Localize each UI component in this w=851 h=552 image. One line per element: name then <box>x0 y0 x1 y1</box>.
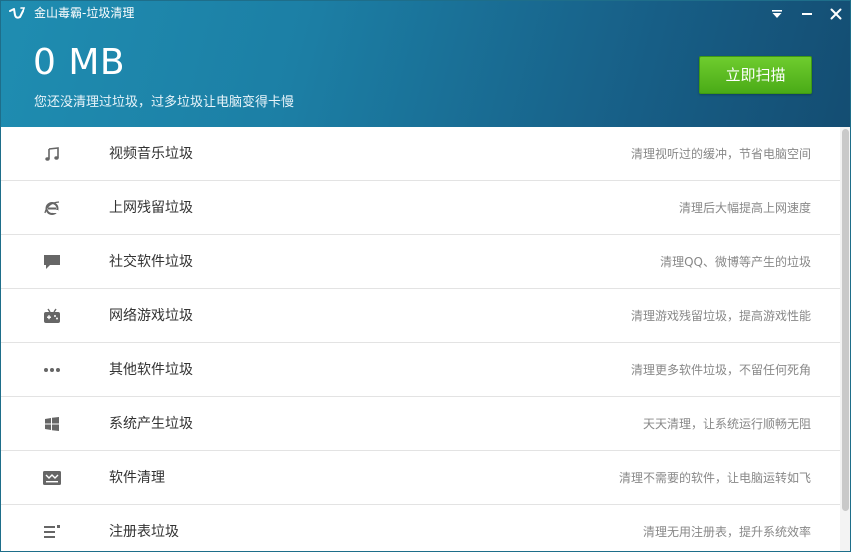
item-description: 清理不需要的软件，让电脑运转如飞 <box>618 471 811 485</box>
item-description: 清理QQ、微博等产生的垃圾 <box>660 255 811 269</box>
item-title: 系统产生垃圾 <box>109 416 193 432</box>
list-item[interactable]: 系统产生垃圾 天天清理，让系统运行顺畅无阻 <box>1 397 840 451</box>
status-message: 您还没清理过垃圾，过多垃圾让电脑变得卡慢 <box>34 95 295 110</box>
software-box-icon <box>42 469 62 487</box>
junk-size-value: 0 MB <box>33 42 126 83</box>
junk-category-list: 视频音乐垃圾 清理视听过的缓冲，节省电脑空间 上网残留垃圾 清理后大幅提高上网速… <box>1 127 840 551</box>
chat-bubble-icon <box>42 253 62 271</box>
scan-now-button[interactable]: 立即扫描 <box>699 56 812 94</box>
cleaner-window: 金山毒霸-垃圾清理 0 MB 您还没清理过垃圾，过多垃圾让电脑变得卡慢 立即扫描… <box>0 0 851 552</box>
item-title: 视频音乐垃圾 <box>109 146 193 162</box>
kingsoft-logo-icon <box>8 6 26 22</box>
music-note-icon <box>42 145 62 163</box>
item-title: 其他软件垃圾 <box>109 362 193 378</box>
item-title: 社交软件垃圾 <box>109 254 193 270</box>
more-dots-icon <box>42 361 62 379</box>
minimize-icon <box>801 9 813 19</box>
item-description: 清理无用注册表，提升系统效率 <box>642 525 811 539</box>
menu-dropdown-button[interactable] <box>766 4 788 24</box>
item-title: 注册表垃圾 <box>109 524 179 540</box>
list-item[interactable]: 上网残留垃圾 清理后大幅提高上网速度 <box>1 181 840 235</box>
item-description: 清理游戏残留垃圾，提高游戏性能 <box>630 309 811 323</box>
windows-icon <box>42 415 62 433</box>
list-item[interactable]: 软件清理 清理不需要的软件，让电脑运转如飞 <box>1 451 840 505</box>
item-description: 清理视听过的缓冲，节省电脑空间 <box>630 147 811 161</box>
scrollbar-thumb[interactable] <box>842 129 849 511</box>
minimize-button[interactable] <box>796 4 818 24</box>
list-item[interactable]: 注册表垃圾 清理无用注册表，提升系统效率 <box>1 505 840 551</box>
item-title: 上网残留垃圾 <box>109 200 193 216</box>
item-description: 清理更多软件垃圾，不留任何死角 <box>630 363 811 377</box>
list-item[interactable]: 其他软件垃圾 清理更多软件垃圾，不留任何死角 <box>1 343 840 397</box>
window-title: 金山毒霸-垃圾清理 <box>34 6 135 20</box>
item-description: 清理后大幅提高上网速度 <box>678 201 811 215</box>
close-icon <box>830 8 842 20</box>
item-title: 网络游戏垃圾 <box>109 308 193 324</box>
gamepad-icon <box>42 307 62 325</box>
item-title: 软件清理 <box>109 470 165 486</box>
triangle-down-icon <box>771 9 783 19</box>
browser-ie-icon <box>42 199 62 217</box>
title-bar: 金山毒霸-垃圾清理 <box>1 1 850 27</box>
list-item[interactable]: 网络游戏垃圾 清理游戏残留垃圾，提高游戏性能 <box>1 289 840 343</box>
item-description: 天天清理，让系统运行顺畅无阻 <box>642 417 811 431</box>
list-scrollbar[interactable] <box>840 127 850 551</box>
registry-icon <box>42 523 62 541</box>
summary-header: 金山毒霸-垃圾清理 0 MB 您还没清理过垃圾，过多垃圾让电脑变得卡慢 立即扫描 <box>1 1 850 127</box>
list-item[interactable]: 视频音乐垃圾 清理视听过的缓冲，节省电脑空间 <box>1 127 840 181</box>
list-item[interactable]: 社交软件垃圾 清理QQ、微博等产生的垃圾 <box>1 235 840 289</box>
close-button[interactable] <box>825 4 847 24</box>
